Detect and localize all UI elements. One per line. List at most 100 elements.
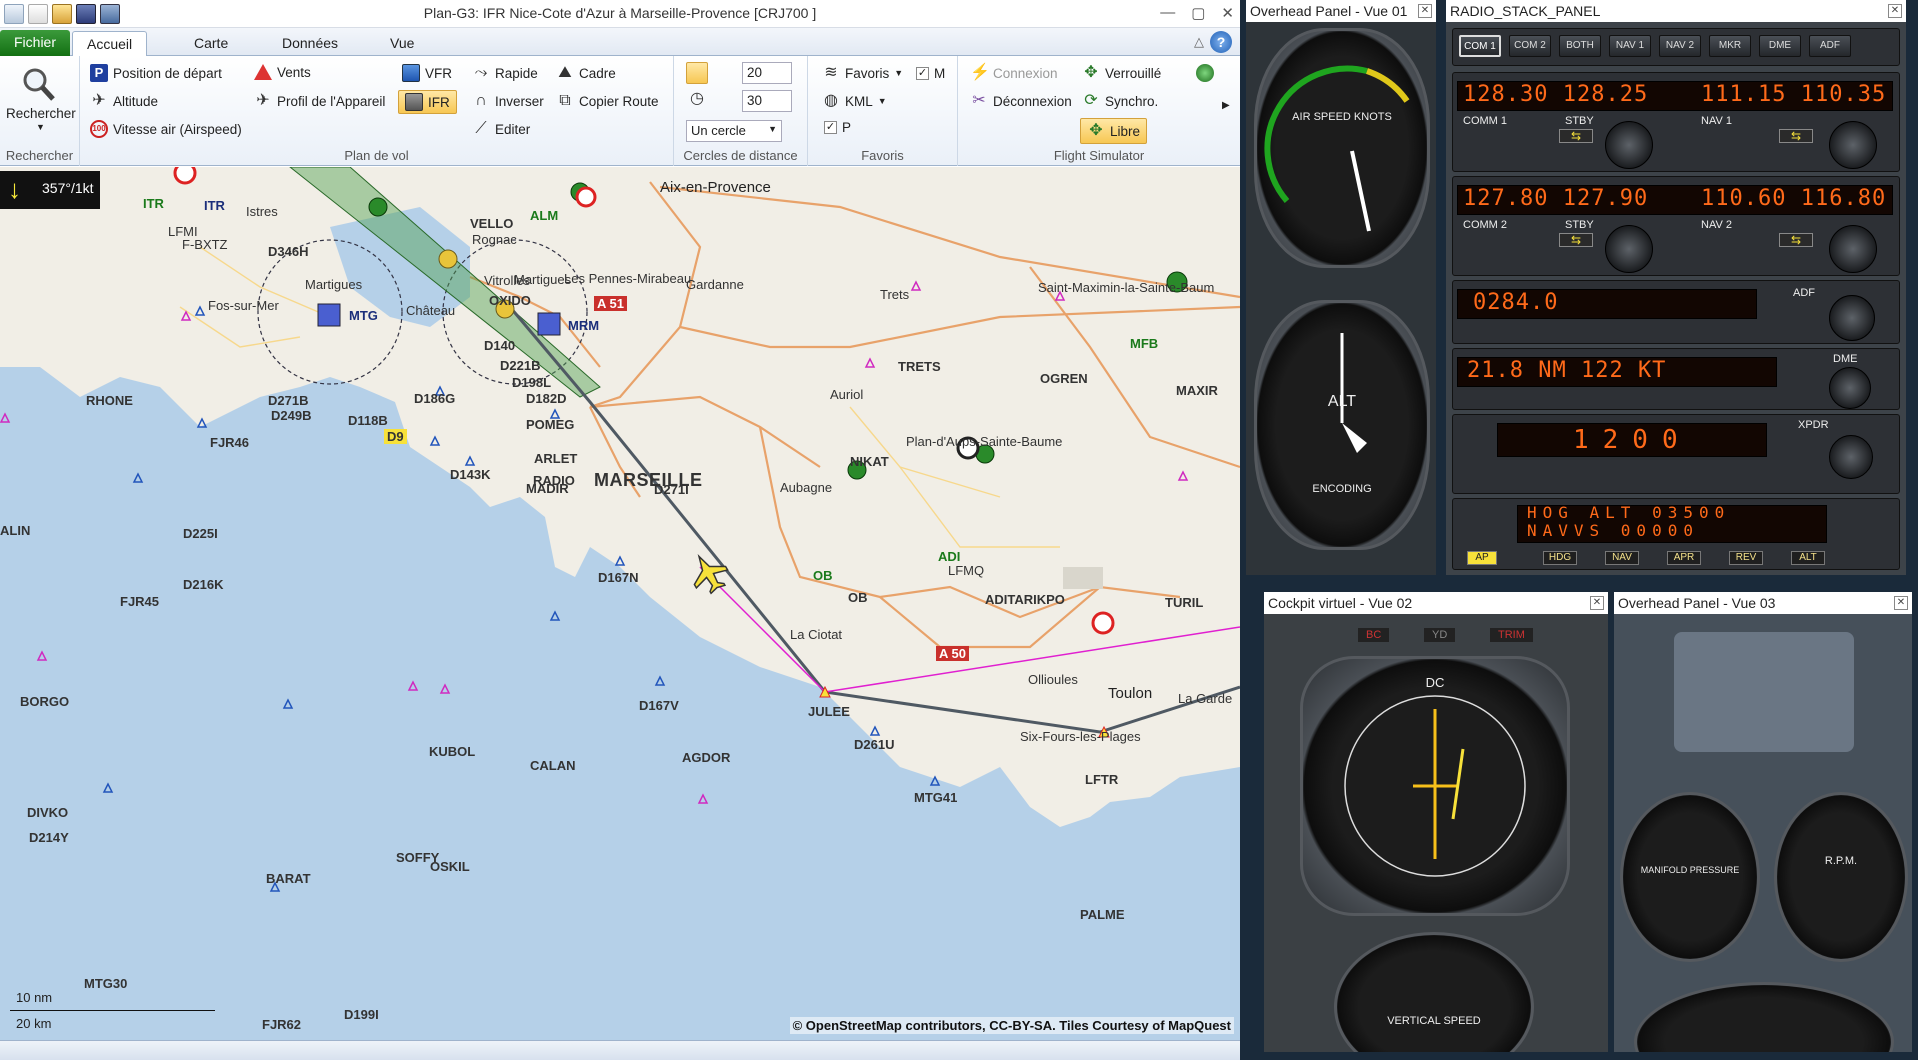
close-icon[interactable]: ✕ [1418,4,1432,18]
altimeter: ALT ENCODING [1254,300,1430,550]
nav1-swap-button[interactable]: ⇆ [1779,129,1813,143]
audio-dme-button[interactable]: DME [1759,35,1801,57]
nav2-swap-button[interactable]: ⇆ [1779,233,1813,247]
tab-map[interactable]: Carte [180,31,242,56]
audio-mkr-button[interactable]: MKR [1709,35,1751,57]
map-label-maxir: MAXIR [1176,383,1218,398]
map-label-d221b: D221B [500,358,541,373]
distance-ruler-icon[interactable] [686,62,708,84]
minimize-button[interactable]: — [1160,4,1175,22]
apr-button[interactable]: APR [1667,551,1701,565]
kml-dropdown[interactable]: ◍ KML ▼ [822,92,887,110]
copy-route-button[interactable]: ⧉ Copier Route [556,92,659,110]
help-icon[interactable]: ? [1210,31,1232,53]
favorites-dropdown[interactable]: ≋ Favoris ▼ [822,64,903,82]
sync-label: Synchro. [1105,93,1159,109]
stopwatch-icon[interactable]: ◷ [688,90,706,108]
nav2-tuning-knob[interactable] [1829,225,1877,273]
free-button[interactable]: ✥ Libre [1080,118,1148,144]
close-button[interactable]: ✕ [1221,4,1234,22]
map-label-d143k: D143K [450,467,491,482]
distance-circle-radius-2[interactable]: 30 [742,90,792,112]
locked-button[interactable]: ✥ Verrouillé [1082,64,1161,82]
map-view[interactable]: ↓ 357°/1kt Aix-en-Provence MARSEILLE Tou… [0,167,1240,1040]
audio-both-button[interactable]: BOTH [1559,35,1601,57]
fast-route-button[interactable]: ⤳ Rapide [472,64,538,82]
parking-icon: P [90,64,108,82]
circle-mode-select[interactable]: Un cercle [686,120,782,142]
com2-swap-button[interactable]: ⇆ [1559,233,1593,247]
com1-swap-button[interactable]: ⇆ [1559,129,1593,143]
aircraft-profile-button[interactable]: ✈ Profil de l'Appareil [254,92,385,110]
map-label-istres: Istres [246,204,278,219]
map-label-ob: OB [848,590,868,605]
winds-button[interactable]: Vents [254,64,311,80]
ifr-button[interactable]: IFR [398,90,457,114]
map-label-agdor: AGDOR [682,750,731,765]
p-checkbox[interactable]: ✓ P [824,120,851,135]
map-label-d140: D140 [484,338,516,353]
map-label-chateau: Château [406,303,456,318]
search-button[interactable]: Rechercher [6,106,76,121]
airspeed-label: Vitesse air (Airspeed) [113,121,242,137]
start-position-button[interactable]: P Position de départ [90,64,222,82]
close-icon[interactable]: ✕ [1894,596,1908,610]
sync-button[interactable]: ⟳ Synchro. [1082,92,1158,110]
dme-mode-knob[interactable] [1829,367,1871,409]
maximize-button[interactable]: ▢ [1191,4,1205,22]
close-icon[interactable]: ✕ [1888,4,1902,18]
adf-tuning-knob[interactable] [1829,295,1875,341]
map-label-aditarikpo: ADITARIKPO [985,592,1065,607]
audio-adf-button[interactable]: ADF [1809,35,1851,57]
edit-button[interactable]: ⟋ Editer [472,120,530,138]
map-label-trets-fix: TRETS [898,359,941,374]
rev-button[interactable]: REV [1729,551,1763,565]
distance-circle-radius-1[interactable]: 20 [742,62,792,84]
tab-data[interactable]: Données [268,31,352,56]
map-label-fbxtz: F-BXTZ [182,237,228,252]
ap-button[interactable]: AP [1467,551,1497,565]
ribbon-scroll-right-icon[interactable]: ▶ [1222,100,1230,111]
audio-com2-button[interactable]: COM 2 [1509,35,1551,57]
reverse-button[interactable]: ∩ Inverser [472,92,544,110]
com2-nav2-radio: 127.80 127.90 110.60 116.80 COMM 2 STBY … [1452,176,1900,276]
fs-extra-button[interactable] [1196,64,1214,82]
airspeed-button[interactable]: 100 Vitesse air (Airspeed) [90,120,242,138]
search-dropdown-icon[interactable]: ▼ [36,122,45,132]
magnifier-icon[interactable] [20,66,56,102]
altitude-button[interactable]: ✈ Altitude [90,92,158,110]
nav1-tuning-knob[interactable] [1829,121,1877,169]
group-favorites: ≋ Favoris ▼ ✓ M ◍ KML ▼ ✓ P Favoris [808,56,958,166]
disconnect-button[interactable]: ✂ Déconnexion [970,92,1072,110]
panel-title: Overhead Panel - Vue 01 [1246,0,1436,22]
reverse-icon: ∩ [475,92,487,109]
audio-nav1-button[interactable]: NAV 1 [1609,35,1651,57]
map-label-kubol: KUBOL [429,744,476,759]
audio-nav2-button[interactable]: NAV 2 [1659,35,1701,57]
collapse-ribbon-icon[interactable]: △ [1194,34,1204,50]
audio-com1-button[interactable]: COM 1 [1459,35,1501,57]
alt-button[interactable]: ALT [1791,551,1825,565]
comm1-label: COMM 1 [1463,115,1507,127]
close-icon[interactable]: ✕ [1590,596,1604,610]
map-label-fos: Fos-sur-Mer [208,298,279,313]
connect-button[interactable]: ⚡ Connexion [970,64,1058,82]
map-label-ob-vor: OB [813,568,833,583]
tab-home[interactable]: Accueil [72,31,148,56]
copy-route-label: Copier Route [579,93,659,109]
com2-tuning-knob[interactable] [1605,225,1653,273]
xpdr-mode-knob[interactable] [1829,435,1873,479]
aircraft-profile-icon: ✈ [256,92,270,109]
m-checkbox[interactable]: ✓ M [916,66,945,81]
edit-label: Editer [495,121,531,137]
tab-view[interactable]: Vue [376,31,428,56]
com1-tuning-knob[interactable] [1605,121,1653,169]
hdg-button[interactable]: HDG [1543,551,1577,565]
reverse-label: Inverser [495,93,544,109]
map-label-d214y: D214Y [29,830,69,845]
frame-button[interactable]: ⛰ Cadre [556,64,616,82]
tab-file[interactable]: Fichier [0,30,71,56]
nav-button[interactable]: NAV [1605,551,1639,565]
vfr-button[interactable]: VFR [402,64,452,82]
map-label-les-pennes: Les Pennes-Mirabeau [564,271,692,286]
